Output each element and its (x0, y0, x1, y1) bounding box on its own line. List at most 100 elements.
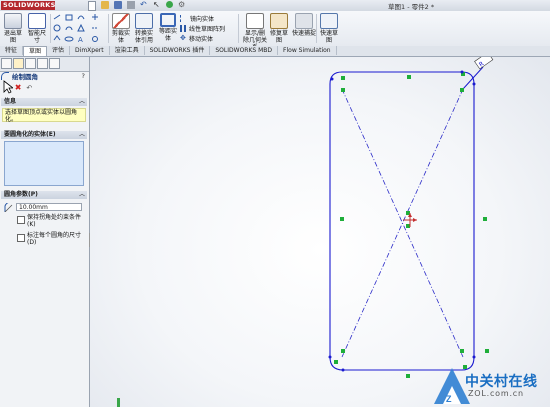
property-manager-tab-icon[interactable] (13, 58, 24, 69)
mirror-entities-button[interactable]: 镜向实体 (180, 14, 214, 23)
cancel-icon[interactable]: ✖ (15, 84, 22, 92)
fillet-icon (53, 35, 61, 41)
move-icon: ✥ (180, 34, 186, 42)
tab-render-tools[interactable]: 渲染工具 (110, 46, 145, 55)
plane-icon (92, 36, 98, 42)
ribbon-separator (108, 14, 109, 43)
tab-dimxpert[interactable]: DimXpert (70, 46, 110, 55)
sketch-tools-grid: A (53, 14, 98, 44)
watermark-title: 中关村在线 (465, 374, 538, 390)
save-icon[interactable] (114, 1, 122, 9)
config-manager-tab-icon[interactable] (25, 58, 36, 69)
relation-marker (406, 224, 410, 228)
relation-marker (460, 349, 464, 353)
checkbox-box[interactable] (17, 234, 25, 242)
help-icon[interactable]: ? (82, 72, 87, 80)
ellipse-icon (64, 36, 74, 42)
options-icon[interactable]: ⚙ (178, 1, 186, 9)
smart-dimension-button[interactable]: 智能尺寸 (26, 13, 48, 44)
undo-icon[interactable]: ↶ (26, 84, 32, 92)
panel-title: 绘制圆角 (12, 73, 38, 81)
fillet-pointer-line (462, 66, 484, 90)
quick-access-toolbar: ↶ ↖ ⚙ (88, 1, 186, 11)
trim-icon (112, 13, 130, 29)
new-document-icon[interactable] (88, 1, 96, 11)
tab-evaluate[interactable]: 评估 (47, 46, 71, 55)
message-section-header[interactable]: 信息 ︿ (1, 98, 87, 106)
undo-icon[interactable]: ↶ (140, 1, 148, 9)
checkbox-box[interactable] (17, 216, 25, 224)
sketch-fillet-icon (1, 72, 9, 80)
rapid-sketch-button[interactable]: 快速草图 (318, 13, 340, 44)
fillet-params-section-header[interactable]: 圆角参数(P) ︿ (1, 191, 87, 199)
fillet-cursor-icon: R (474, 57, 494, 70)
dimxpert-tab-icon[interactable] (37, 58, 48, 69)
linear-pattern-icon (180, 25, 187, 32)
relation-marker (340, 217, 344, 221)
relation-marker (406, 374, 410, 378)
ribbon-separator (316, 14, 317, 43)
tab-features[interactable]: 特征 (0, 46, 24, 55)
exit-sketch-button[interactable]: 退出草图 (2, 13, 24, 44)
collapse-icon[interactable]: ︿ (79, 191, 85, 199)
manager-tabs (0, 57, 89, 72)
repair-sketch-button[interactable]: 修复草图 (268, 13, 290, 44)
command-tabs: 特征 草图 评估 DimXpert 渲染工具 SOLIDWORKS 插件 SOL… (0, 46, 550, 57)
move-entities-button[interactable]: ✥ 移动实体 (180, 34, 213, 44)
point-icon (92, 14, 98, 20)
status-indicator (117, 398, 120, 407)
spline-icon (77, 15, 85, 20)
ribbon-separator (50, 14, 51, 43)
text-icon: A (78, 36, 83, 44)
open-icon[interactable] (101, 1, 109, 9)
sketch-canvas[interactable]: R (90, 57, 550, 407)
quick-snaps-icon (295, 13, 313, 29)
line-icon (53, 14, 61, 20)
relation-marker (341, 88, 345, 92)
radius-icon (4, 203, 13, 212)
select-icon[interactable]: ↖ (153, 1, 161, 9)
collapse-icon[interactable]: ︿ (79, 131, 85, 139)
polygon-icon (77, 23, 85, 32)
collapse-icon[interactable]: ︿ (79, 98, 85, 106)
tab-sketch[interactable]: 草图 (23, 46, 48, 56)
offset-entities-icon (160, 13, 176, 27)
trim-entities-button[interactable]: 剪裁实体 (110, 13, 132, 44)
display-manager-tab-icon[interactable] (49, 58, 60, 69)
smart-dimension-icon (28, 13, 46, 29)
relation-markers (334, 72, 489, 378)
document-title: 草图1 - 零件2 * (388, 3, 435, 11)
convert-entities-button[interactable]: 转换实体引用 (133, 13, 155, 44)
repair-sketch-icon (270, 13, 288, 29)
entities-section-header[interactable]: 要圆角化的实体(E) ︿ (1, 131, 87, 139)
entities-to-fillet-list[interactable] (4, 141, 84, 186)
print-icon[interactable] (127, 1, 135, 9)
relation-marker (341, 349, 345, 353)
mirror-icon (180, 15, 188, 22)
fillet-radius-input[interactable]: 10.00mm (16, 203, 82, 211)
relations-icon (246, 13, 264, 29)
graphics-area[interactable]: R (90, 57, 550, 407)
tab-solidworks-mbd[interactable]: SOLIDWORKS MBD (210, 46, 279, 55)
relation-marker (407, 75, 411, 79)
dimension-each-fillet-checkbox[interactable]: 标注每个圆角的尺寸(D) (17, 232, 89, 246)
offset-entities-button[interactable]: 等距实体 (157, 13, 179, 42)
svg-text:Z: Z (446, 394, 452, 404)
keep-constrained-corners-checkbox[interactable]: 保持拐角处约束条件(K) (17, 214, 89, 228)
rebuild-icon[interactable] (166, 1, 173, 8)
feature-tree-tab-icon[interactable] (1, 58, 12, 69)
panel-header: 绘制圆角 ? (1, 72, 87, 81)
ribbon-separator (238, 14, 239, 43)
linear-pattern-button[interactable]: 线性草图阵列 (180, 24, 225, 33)
convert-entities-icon (135, 13, 153, 29)
property-manager-panel: 绘制圆角 ? ✔ ✖ ↶ 信息 ︿ 选择草图顶点或实体以圆角化。 要圆角化的实体… (0, 57, 90, 407)
tab-flow-simulation[interactable]: Flow Simulation (278, 46, 337, 55)
tab-solidworks-addins[interactable]: SOLIDWORKS 插件 (145, 46, 211, 55)
command-manager: 退出草图 智能尺寸 A 剪裁实体 转换实体引用 等距实体 镜向实体 线性草图阵列… (0, 11, 550, 51)
message-box: 选择草图顶点或实体以圆角化。 (2, 108, 86, 123)
rectangle-icon (65, 14, 73, 21)
circle-icon (53, 24, 61, 32)
relation-marker (334, 360, 338, 364)
rapid-sketch-icon (320, 13, 338, 29)
quick-snaps-button[interactable]: 快速捕捉 (292, 13, 316, 37)
